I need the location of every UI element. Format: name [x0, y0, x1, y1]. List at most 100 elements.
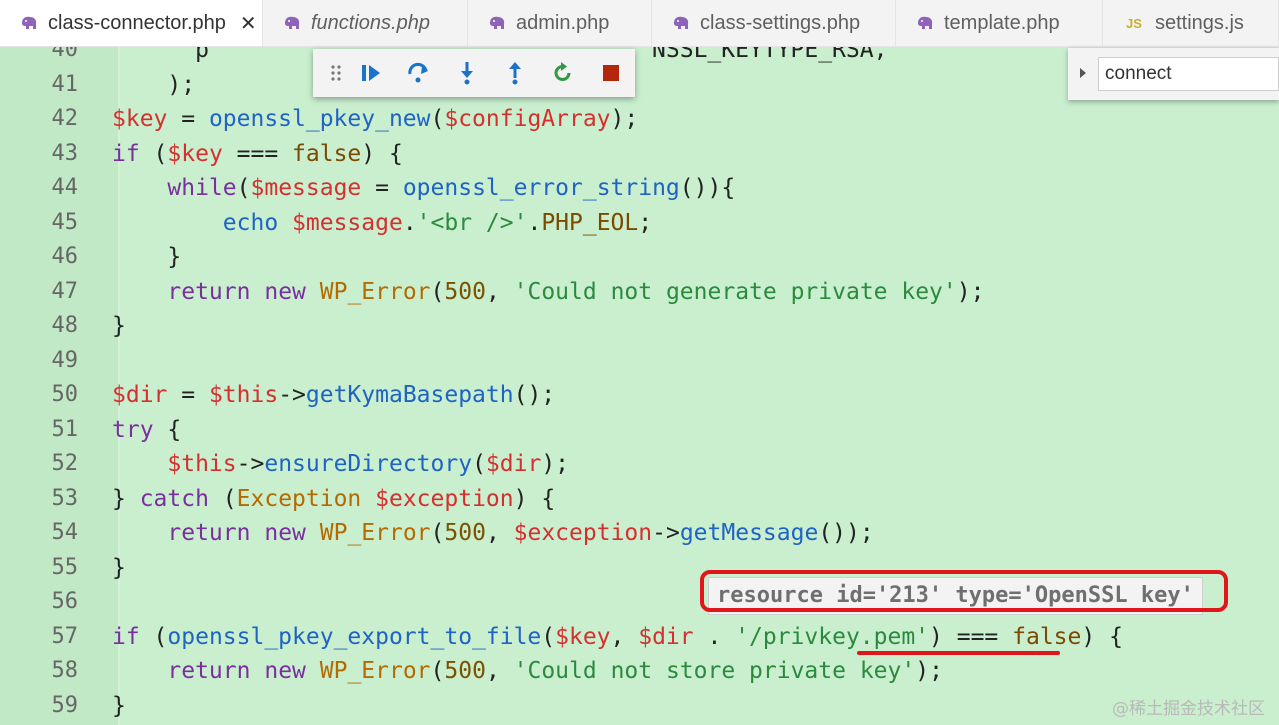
- code-token: );: [956, 278, 985, 305]
- code-token: 500: [444, 278, 486, 305]
- continue-icon[interactable]: [347, 55, 395, 91]
- code-token: $configArray: [444, 106, 611, 132]
- code-text: );: [112, 68, 195, 102]
- step-over-icon[interactable]: [395, 55, 443, 91]
- line-number: 59: [51, 692, 79, 718]
- code-token: ===: [222, 140, 293, 167]
- code-token: $this: [208, 382, 279, 408]
- step-out-icon[interactable]: [491, 55, 539, 91]
- code-line: 42 $key = openssl_pkey_new($configArray);: [0, 102, 1279, 136]
- code-text: $key = openssl_pkey_new($configArray);: [112, 102, 638, 136]
- tab-class-settings-php[interactable]: class-settings.php: [652, 0, 896, 46]
- code-token: $message: [292, 209, 403, 236]
- code-line: 50 $dir = $this->getKymaBasepath();: [0, 378, 1279, 412]
- php-elephant-icon: [283, 14, 301, 32]
- code-token: $key: [112, 106, 168, 132]
- code-token: ,: [485, 278, 514, 305]
- code-token: ->: [652, 520, 680, 546]
- code-token: }: [112, 692, 126, 719]
- tab-functions-php[interactable]: functions.php: [263, 0, 468, 46]
- code-text: try {: [112, 413, 181, 447]
- code-token: 'Could not generate private key': [513, 278, 957, 305]
- code-token: $dir: [112, 382, 168, 408]
- code-token: $key: [555, 623, 611, 650]
- code-token: .: [402, 209, 417, 236]
- code-token: openssl_error_string: [402, 175, 680, 201]
- line-number: 58: [51, 658, 79, 683]
- code-token: WP_Error: [319, 278, 431, 305]
- line-number: 44: [51, 175, 79, 200]
- line-number: 46: [51, 244, 79, 269]
- code-token: ->: [278, 382, 306, 408]
- code-token: 500: [444, 658, 486, 684]
- code-token: =: [167, 106, 209, 132]
- code-token: $this: [167, 451, 237, 477]
- code-token: .: [693, 623, 736, 650]
- tab-label: class-settings.php: [700, 11, 861, 34]
- code-line: 45 echo $message.'<br />'.PHP_EOL;: [0, 206, 1279, 240]
- code-token: 'Could not store private key': [513, 658, 916, 684]
- line-number: 52: [51, 451, 79, 476]
- php-elephant-icon: [672, 14, 690, 32]
- php-elephant-icon: [20, 14, 38, 32]
- code-token: ) ===: [929, 623, 1013, 650]
- code-token: new: [264, 520, 306, 546]
- code-line: 54 return new WP_Error(500, $exception->…: [0, 516, 1279, 550]
- code-token: (: [208, 485, 237, 512]
- code-token: (: [541, 623, 556, 650]
- restart-icon[interactable]: [539, 55, 587, 91]
- line-number: 57: [51, 623, 79, 649]
- code-token: $key: [167, 140, 223, 167]
- tab-settings-js[interactable]: JS settings.js: [1103, 0, 1279, 46]
- code-token: ,: [485, 520, 514, 546]
- stop-icon[interactable]: [587, 55, 635, 91]
- find-widget: [1068, 48, 1279, 100]
- code-line: 51 try {: [0, 413, 1279, 447]
- code-token: ();: [513, 382, 556, 408]
- code-text: }: [112, 309, 126, 343]
- code-token: );: [610, 106, 639, 132]
- step-into-icon[interactable]: [443, 55, 491, 91]
- line-number: 50: [51, 382, 79, 407]
- find-input[interactable]: [1098, 57, 1279, 91]
- code-token: WP_Error: [319, 520, 431, 546]
- close-tab-icon[interactable]: ✕: [240, 11, 257, 36]
- tab-template-php[interactable]: template.php: [896, 0, 1103, 46]
- code-text: if (openssl_pkey_export_to_file($key, $d…: [112, 620, 1123, 654]
- code-line: 58 return new WP_Error(500, 'Could not s…: [0, 654, 1279, 688]
- code-text: $this->ensureDirectory($dir);: [112, 447, 569, 481]
- code-text: return new WP_Error(500, 'Could not gene…: [112, 275, 984, 309]
- tab-label: admin.php: [516, 11, 610, 34]
- debug-toolbar: [313, 49, 635, 97]
- code-token: }: [112, 313, 126, 339]
- code-token: ensureDirectory: [264, 451, 473, 477]
- code-token: 500: [444, 520, 486, 546]
- code-text: return new WP_Error(500, $exception->get…: [112, 516, 873, 550]
- tab-class-connector-php[interactable]: class-connector.php ✕: [0, 0, 263, 46]
- code-token: }: [112, 554, 126, 581]
- code-token: catch: [139, 485, 209, 512]
- code-token: (: [472, 451, 486, 477]
- chevron-right-icon[interactable]: [1074, 64, 1092, 82]
- tab-label: settings.js: [1155, 11, 1244, 34]
- tab-admin-php[interactable]: admin.php: [468, 0, 652, 46]
- code-text: }: [112, 551, 126, 585]
- code-token: ;: [638, 209, 653, 236]
- code-token: while: [167, 175, 237, 201]
- line-number: 55: [51, 554, 79, 580]
- code-token: );: [915, 658, 943, 684]
- drag-handle-icon[interactable]: [325, 55, 347, 91]
- code-line: 59}: [0, 689, 1279, 723]
- code-token: }: [112, 244, 182, 270]
- tab-label: class-connector.php: [48, 11, 226, 34]
- code-token: '<br />': [416, 209, 528, 236]
- code-editor[interactable]: 40 p NSSL_KEYTYPE_RSA, 41 ); 42 $key = open…: [0, 47, 1279, 725]
- code-line: 46 }: [0, 240, 1279, 274]
